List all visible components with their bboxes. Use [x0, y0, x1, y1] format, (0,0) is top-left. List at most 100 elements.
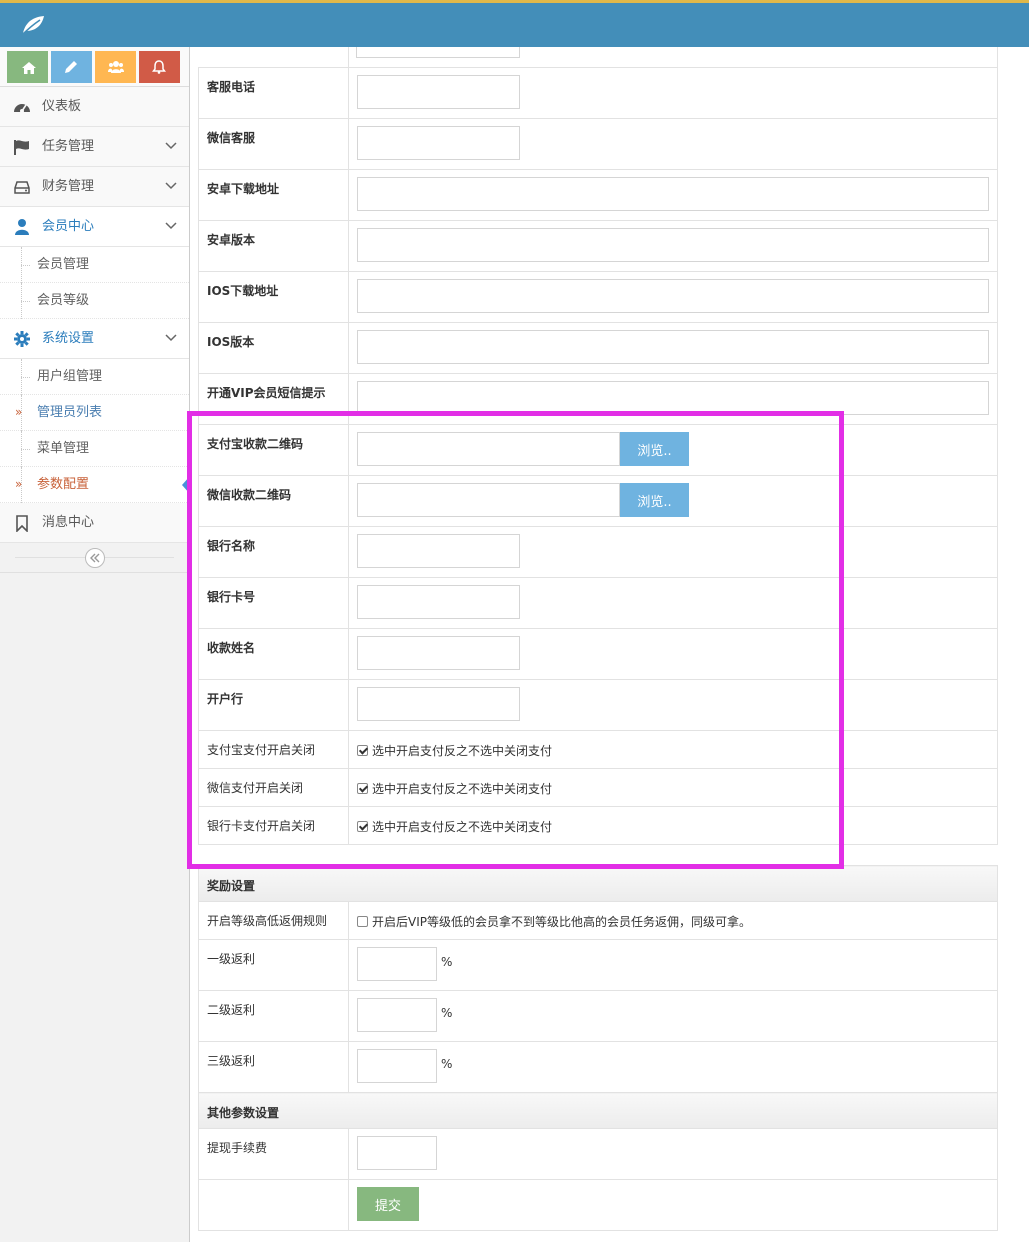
chevron-down-icon [165, 222, 177, 230]
wechat-qr-input[interactable] [357, 483, 620, 517]
other-section-header: 其他参数设置 [198, 1092, 998, 1129]
android-url-input[interactable] [357, 177, 989, 211]
sidebar-item-system-settings[interactable]: 系统设置 [0, 319, 189, 359]
level1-rebate-input[interactable] [357, 947, 437, 981]
sidebar-item-label: 用户组管理 [37, 369, 103, 384]
reward-settings-table: 奖励设置 开启等级高低返佣规则 开启后VIP等级低的会员拿不到等级比他高的会员任务… [198, 865, 998, 1231]
field-label: 支付宝支付开启关闭 [198, 730, 349, 769]
level2-rebate-input[interactable] [357, 998, 437, 1032]
members-submenu: 会员管理 会员等级 [0, 247, 189, 319]
sidebar-item-label: 菜单管理 [37, 441, 90, 456]
android-version-input[interactable] [357, 228, 989, 262]
flag-icon [14, 140, 29, 155]
alipay-qr-file-field: 浏览.. [357, 432, 689, 466]
field-label: 安卓版本 [198, 220, 349, 272]
ios-url-input[interactable] [357, 279, 989, 313]
percent-unit: % [441, 1057, 453, 1071]
sidebar-item-finance[interactable]: 财务管理 [0, 167, 189, 207]
customer-phone-input[interactable] [357, 75, 520, 109]
bell-icon [152, 60, 166, 74]
sidebar-item-members[interactable]: 会员中心 [0, 207, 189, 247]
sidebar-item-label: 管理员列表 [37, 405, 103, 420]
double-chevron-right-icon: » [15, 405, 23, 419]
sidebar-item-messages[interactable]: 消息中心 [0, 503, 189, 543]
system-settings-submenu: 用户组管理 » 管理员列表 菜单管理 » 参数配置 [0, 359, 190, 503]
payee-name-input[interactable] [357, 636, 520, 670]
toggle-hint: 选中开启支付反之不选中关闭支付 [372, 820, 553, 834]
wechat-toggle-checkbox[interactable] [357, 783, 368, 794]
sidebar-item-member-management[interactable]: 会员管理 [0, 247, 189, 283]
sidebar-item-label: 仪表板 [42, 99, 82, 114]
percent-unit: % [441, 1006, 453, 1020]
edit-shortcut-button[interactable] [51, 51, 92, 83]
sidebar-item-tasks[interactable]: 任务管理 [0, 127, 189, 167]
leaf-logo-icon[interactable] [20, 13, 46, 37]
users-icon [108, 61, 124, 73]
sidebar-item-label: 财务管理 [42, 179, 95, 194]
sidebar-item-menu-management[interactable]: 菜单管理 [0, 431, 189, 467]
user-icon [15, 219, 29, 235]
ios-version-input[interactable] [357, 330, 989, 364]
sidebar-collapse-button[interactable] [85, 548, 105, 568]
sidebar-item-param-config[interactable]: » 参数配置 [0, 467, 190, 503]
wechat-qr-browse-button[interactable]: 浏览.. [620, 483, 689, 517]
sidebar-item-member-level[interactable]: 会员等级 [0, 283, 189, 319]
dashboard-icon [14, 104, 30, 113]
sidebar-item-label: 系统设置 [42, 331, 95, 346]
chevron-down-icon [165, 334, 177, 342]
toggle-hint: 选中开启支付反之不选中关闭支付 [372, 782, 553, 796]
field-label: 三级返利 [198, 1041, 349, 1093]
notifications-shortcut-button[interactable] [139, 51, 180, 83]
bank-card-input[interactable] [357, 585, 520, 619]
field-label: 微信支付开启关闭 [198, 768, 349, 807]
field-label: 银行卡支付开启关闭 [198, 806, 349, 845]
sidebar-collapse-bar [0, 543, 189, 573]
alipay-qr-input[interactable] [357, 432, 620, 466]
alipay-qr-browse-button[interactable]: 浏览.. [620, 432, 689, 466]
main-content: 客服电话 微信客服 安卓下载地址 安卓版本 IOS下载地址 IOS版本 开通VI… [190, 47, 1029, 1242]
bank-branch-input[interactable] [357, 687, 520, 721]
toggle-hint: 选中开启支付反之不选中关闭支付 [372, 744, 553, 758]
active-indicator [182, 476, 190, 494]
sidebar-item-label: 参数配置 [37, 477, 90, 492]
sidebar-item-label: 会员等级 [37, 293, 90, 308]
sidebar-item-admin-list[interactable]: » 管理员列表 [0, 395, 189, 431]
sidebar-item-user-groups[interactable]: 用户组管理 [0, 359, 189, 395]
field-label: 微信客服 [198, 118, 349, 170]
field-label: 支付宝收款二维码 [198, 424, 349, 476]
settings-form-table: 客服电话 微信客服 安卓下载地址 安卓版本 IOS下载地址 IOS版本 开通VI… [198, 67, 998, 845]
sidebar-item-label: 消息中心 [42, 515, 95, 530]
submit-button[interactable]: 提交 [357, 1187, 419, 1221]
double-chevron-right-icon: » [15, 477, 23, 491]
field-label: IOS版本 [198, 322, 349, 374]
field-label: 收款姓名 [198, 628, 349, 680]
gear-icon [14, 331, 30, 347]
sidebar: 仪表板 任务管理 财务管理 会员中心 会员管理 会员等级 系统设置 用户组管理 … [0, 47, 190, 1242]
field-label: 开启等级高低返佣规则 [198, 901, 349, 940]
field-label: 银行卡号 [198, 577, 349, 629]
sidebar-item-dashboard[interactable]: 仪表板 [0, 87, 189, 127]
field-label: 银行名称 [198, 526, 349, 578]
sidebar-item-label: 任务管理 [42, 139, 95, 154]
withdraw-fee-input[interactable] [357, 1136, 437, 1170]
field-label: 开通VIP会员短信提示 [198, 373, 349, 425]
scrolled-input[interactable] [356, 47, 520, 58]
field-label: 微信收款二维码 [198, 475, 349, 527]
vip-sms-input[interactable] [357, 381, 989, 415]
field-label: 一级返利 [198, 939, 349, 991]
bankcard-toggle-checkbox[interactable] [357, 821, 368, 832]
chevron-down-icon [165, 182, 177, 190]
field-label: 客服电话 [198, 67, 349, 119]
field-label: 提现手续费 [198, 1128, 349, 1180]
level-rule-checkbox[interactable] [357, 916, 368, 927]
level3-rebate-input[interactable] [357, 1049, 437, 1083]
wechat-service-input[interactable] [357, 126, 520, 160]
home-shortcut-button[interactable] [7, 51, 48, 83]
bank-name-input[interactable] [357, 534, 520, 568]
pencil-icon [65, 61, 77, 73]
level-rule-hint: 开启后VIP等级低的会员拿不到等级比他高的会员任务返佣，同级可拿。 [372, 915, 751, 929]
alipay-toggle-checkbox[interactable] [357, 745, 368, 756]
users-shortcut-button[interactable] [95, 51, 136, 83]
hdd-icon [14, 181, 30, 194]
home-icon [22, 62, 36, 74]
